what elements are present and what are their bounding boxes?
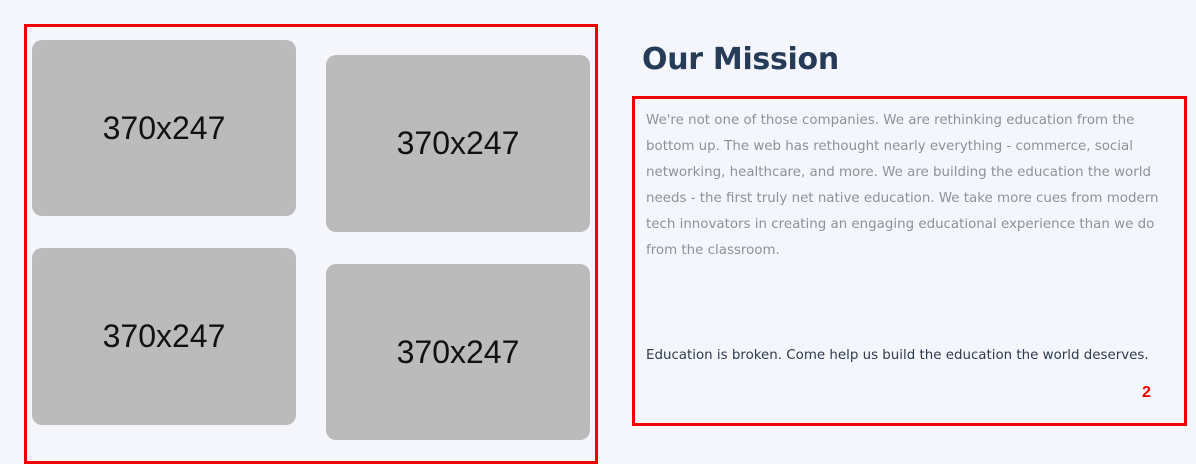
mission-text-annotation-box: We're not one of those companies. We are… [632,96,1187,426]
mission-title: Our Mission [642,42,839,77]
image-placeholder-bottom-right: 370x247 [326,264,590,440]
image-placeholder-top-left: 370x247 [32,40,296,216]
annotation-number-2: 2 [1142,384,1151,401]
image-placeholder-top-right: 370x247 [326,55,590,232]
mission-paragraph-2: Education is broken. Come help us build … [646,348,1149,363]
image-placeholder-label: 370x247 [396,125,520,161]
image-placeholder-label: 370x247 [102,109,226,146]
mission-paragraph-1: We're not one of those companies. We are… [646,113,1159,258]
image-placeholder-label: 370x247 [102,318,226,354]
image-placeholder-bottom-left: 370x247 [32,248,296,425]
image-placeholder-label: 370x247 [396,333,520,370]
